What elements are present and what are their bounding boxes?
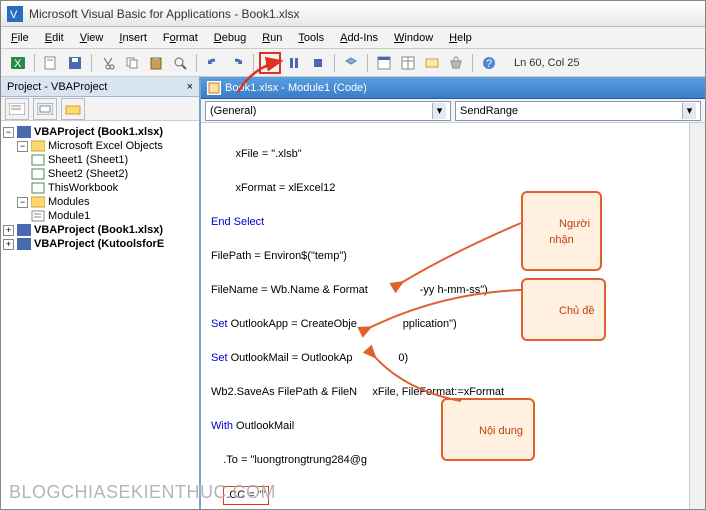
project-pane-title: Project - VBAProject: [7, 81, 107, 93]
code-window: Book1.xlsx - Module1 (Code) (General)▾ S…: [201, 77, 705, 509]
menubar[interactable]: File Edit View Insert Format Debug Run T…: [1, 27, 705, 49]
separator: [91, 54, 92, 72]
callout-subject: Chủ đề: [521, 278, 606, 341]
menu-addins[interactable]: Add-Ins: [334, 30, 384, 46]
view-excel-button[interactable]: X: [7, 52, 29, 74]
find-button[interactable]: [169, 52, 191, 74]
tree-thisworkbook[interactable]: ThisWorkbook: [31, 181, 197, 195]
view-object-button[interactable]: [33, 98, 57, 120]
callout-arrow-3: [366, 351, 466, 406]
separator: [367, 54, 368, 72]
svg-text:V: V: [10, 9, 18, 21]
copy-button[interactable]: [121, 52, 143, 74]
menu-insert[interactable]: Insert: [113, 30, 153, 46]
view-code-button[interactable]: [5, 98, 29, 120]
object-combobox[interactable]: (General)▾: [205, 101, 451, 121]
menu-tools[interactable]: Tools: [292, 30, 330, 46]
tree-folder-modules[interactable]: −Modules: [17, 195, 197, 209]
cursor-position: Ln 60, Col 25: [514, 57, 579, 69]
project-pane-titlebar: Project - VBAProject ×: [1, 77, 199, 97]
project-explorer-button[interactable]: [373, 52, 395, 74]
callout-recipient: Ngườinhận: [521, 191, 602, 271]
menu-format[interactable]: Format: [157, 30, 204, 46]
callout-arrow-2: [361, 288, 526, 338]
separator: [196, 54, 197, 72]
svg-text:?: ?: [486, 58, 492, 70]
toolbar: X ? Ln 60, Col 25: [1, 49, 705, 77]
titlebar: V Microsoft Visual Basic for Application…: [1, 1, 705, 27]
tree-root-1[interactable]: −VBAProject (Book1.xlsx): [3, 125, 197, 139]
menu-edit[interactable]: Edit: [39, 30, 70, 46]
menu-window[interactable]: Window: [388, 30, 439, 46]
code-title-icon: [207, 81, 221, 95]
project-tree[interactable]: −VBAProject (Book1.xlsx) −Microsoft Exce…: [1, 121, 199, 509]
tree-sheet1[interactable]: Sheet1 (Sheet1): [31, 153, 197, 167]
help-button[interactable]: ?: [478, 52, 500, 74]
properties-button[interactable]: [397, 52, 419, 74]
svg-text:X: X: [14, 58, 22, 70]
toggle-folders-button[interactable]: [61, 98, 85, 120]
toolbox-button[interactable]: [445, 52, 467, 74]
annotation-arrow-run: [233, 57, 293, 97]
procedure-combobox[interactable]: SendRange▾: [455, 101, 701, 121]
close-pane-button[interactable]: ×: [187, 81, 193, 93]
tree-module1[interactable]: Module1: [31, 209, 197, 223]
tree-root-3[interactable]: +VBAProject (KutoolsforE: [3, 237, 197, 251]
save-button[interactable]: [64, 52, 86, 74]
separator: [472, 54, 473, 72]
menu-help[interactable]: Help: [443, 30, 478, 46]
app-logo-icon: V: [7, 6, 23, 22]
tree-root-2[interactable]: +VBAProject (Book1.xlsx): [3, 223, 197, 237]
watermark-text: BLOGCHIASEKIENTHUC.COM: [9, 482, 276, 503]
chevron-down-icon: ▾: [682, 103, 696, 119]
cut-button[interactable]: [97, 52, 119, 74]
tree-sheet2[interactable]: Sheet2 (Sheet2): [31, 167, 197, 181]
separator: [334, 54, 335, 72]
project-toolbar: [1, 97, 199, 121]
object-browser-button[interactable]: [421, 52, 443, 74]
window-title: Microsoft Visual Basic for Applications …: [29, 7, 300, 21]
chevron-down-icon: ▾: [432, 103, 446, 119]
menu-file[interactable]: File: [5, 30, 35, 46]
paste-button[interactable]: [145, 52, 167, 74]
separator: [34, 54, 35, 72]
tree-folder-excel-objects[interactable]: −Microsoft Excel Objects: [17, 139, 197, 153]
callout-body: Nội dung: [441, 398, 535, 461]
main-area: Project - VBAProject × −VBAProject (Book…: [1, 77, 705, 509]
code-combo-row: (General)▾ SendRange▾: [201, 99, 705, 123]
project-explorer-pane: Project - VBAProject × −VBAProject (Book…: [1, 77, 201, 509]
design-mode-button[interactable]: [340, 52, 362, 74]
vertical-scrollbar[interactable]: [689, 123, 705, 509]
menu-run[interactable]: Run: [256, 30, 288, 46]
menu-view[interactable]: View: [74, 30, 110, 46]
undo-button[interactable]: [202, 52, 224, 74]
insert-module-button[interactable]: [40, 52, 62, 74]
menu-debug[interactable]: Debug: [208, 30, 252, 46]
code-editor[interactable]: xFile = ".xlsb" xFormat = xlExcel12 End …: [201, 123, 705, 509]
reset-button[interactable]: [307, 52, 329, 74]
